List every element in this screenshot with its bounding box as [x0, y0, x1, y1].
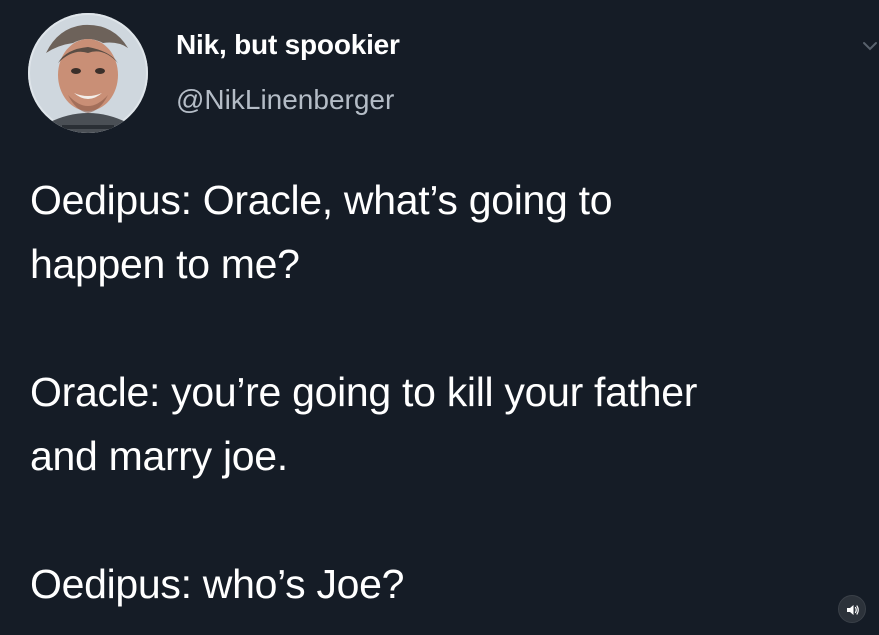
- tweet-line: and marry joe.: [30, 433, 288, 479]
- display-name[interactable]: Nik, but spookier: [176, 29, 400, 61]
- profile-photo: [28, 13, 148, 133]
- user-handle[interactable]: @NikLinenberger: [176, 84, 394, 116]
- tweet-line: Oedipus: Oracle, what’s going to: [30, 177, 613, 223]
- tweet-card: Nik, but spookier @NikLinenberger Oedipu…: [0, 0, 879, 635]
- tweet-line: happen to me?: [30, 241, 300, 287]
- chevron-down-icon[interactable]: [861, 38, 879, 54]
- speaker-icon: [847, 605, 859, 615]
- tweet-line: Oedipus: who’s Joe?: [30, 561, 405, 607]
- tweet-text: Oedipus: Oracle, what’s going to happen …: [30, 168, 870, 616]
- tweet-line: Oracle: you’re going to kill your father: [30, 369, 698, 415]
- avatar[interactable]: [28, 13, 148, 133]
- volume-button[interactable]: [838, 595, 866, 623]
